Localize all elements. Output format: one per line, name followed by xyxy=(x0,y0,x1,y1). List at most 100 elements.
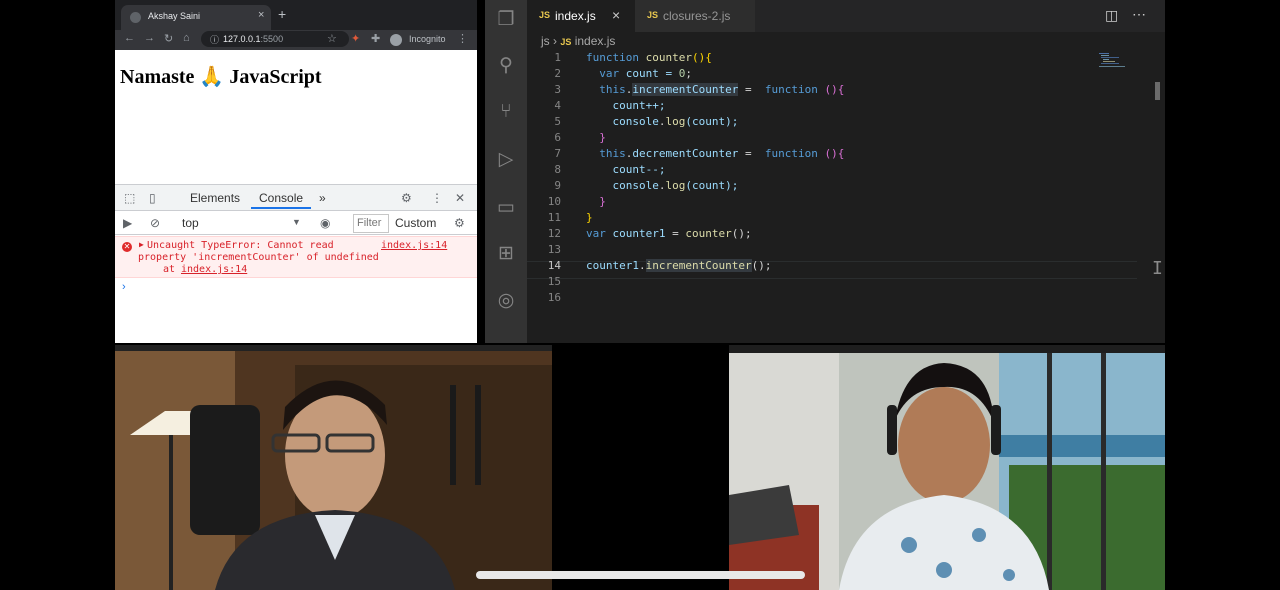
inspect-element-icon[interactable]: ⬚ xyxy=(124,191,135,205)
code-line: 14 counter1.incrementCounter(); xyxy=(527,258,1137,274)
new-tab-button[interactable]: + xyxy=(278,6,286,22)
devtools-settings-icon[interactable]: ⚙ xyxy=(401,191,412,205)
bookmark-star-icon[interactable]: ☆ xyxy=(327,32,337,45)
editor-scrollbar[interactable] xyxy=(1155,82,1160,100)
tab-console[interactable]: Console xyxy=(259,191,303,205)
extension-icon[interactable]: ✦ xyxy=(351,32,360,45)
js-file-icon: JS xyxy=(560,37,572,47)
minimap[interactable] xyxy=(1097,50,1127,70)
incognito-label: Incognito xyxy=(409,34,446,44)
code-line: 1 function counter(){ xyxy=(527,50,1137,66)
devtools-close-icon[interactable]: ✕ xyxy=(455,191,465,205)
error-at-prefix: at xyxy=(163,264,182,275)
line-number: 11 xyxy=(547,211,561,224)
line-number: 15 xyxy=(547,275,561,288)
code-text: var counter1 = counter(); xyxy=(586,227,752,240)
chevron-down-icon: ▼ xyxy=(292,217,301,227)
breadcrumb: js › JS index.js xyxy=(541,34,615,48)
devtools-panel: ⬚ ▯ Elements Console » ⚙ ⋮ ✕ ▶ ⊘ top ▼ ◉… xyxy=(115,184,477,343)
code-line: 13 xyxy=(527,242,1137,258)
vscode-window: ❐ ⚲ ⑂ ▷ ▭ ⊞ ◎ JS index.js × JS closures-… xyxy=(485,0,1165,343)
code-line: 6 } xyxy=(527,130,1137,146)
line-number: 1 xyxy=(554,51,561,64)
line-number: 2 xyxy=(554,67,561,80)
webcam-image-left xyxy=(115,345,552,590)
webcam-image-right xyxy=(729,345,1165,590)
code-text: var count = 0; xyxy=(599,67,692,80)
active-tab-indicator xyxy=(251,207,311,209)
line-number: 14 xyxy=(547,259,561,272)
extensions-puzzle-icon[interactable]: ✚ xyxy=(371,32,380,45)
devtools-menu-icon[interactable]: ⋮ xyxy=(431,191,443,205)
remote-explorer-icon[interactable]: ▭ xyxy=(494,196,518,220)
site-info-icon[interactable]: ⓘ xyxy=(210,33,219,46)
console-prompt[interactable]: › xyxy=(122,281,126,293)
url-host: 127.0.0.1 xyxy=(223,34,261,44)
breadcrumb-folder[interactable]: js xyxy=(541,34,550,48)
live-expression-eye-icon[interactable]: ◉ xyxy=(320,216,330,230)
device-toolbar-icon[interactable]: ▯ xyxy=(149,191,156,205)
more-actions-icon[interactable]: ⋯ xyxy=(1132,6,1146,23)
context-value: top xyxy=(182,216,199,230)
line-number: 6 xyxy=(554,131,561,144)
more-tabs-icon[interactable]: » xyxy=(319,191,326,205)
editor-tab-closures-2-js[interactable]: JS closures-2.js xyxy=(635,0,755,32)
browser-tabstrip: Akshay Saini × + xyxy=(115,0,477,30)
code-line: 11} xyxy=(527,210,1137,226)
code-line: 16 xyxy=(527,290,1137,306)
code-line: 8 count--; xyxy=(527,162,1137,178)
incognito-icon xyxy=(390,34,402,46)
run-debug-icon[interactable]: ▷ xyxy=(494,148,518,172)
home-indicator-bar[interactable] xyxy=(476,571,805,579)
gitlens-icon[interactable]: ◎ xyxy=(494,289,518,313)
browser-tab[interactable]: Akshay Saini × xyxy=(121,5,271,30)
error-line-1: Uncaught TypeError: Cannot read xyxy=(147,240,334,251)
log-levels-dropdown[interactable]: Custom xyxy=(395,216,436,230)
forward-icon[interactable]: → xyxy=(144,32,155,44)
home-icon[interactable]: ⌂ xyxy=(183,32,190,44)
expand-triangle-icon[interactable]: ▶ xyxy=(139,240,144,249)
explorer-icon[interactable]: ❐ xyxy=(494,8,518,32)
editor-tab-label: index.js xyxy=(555,9,596,23)
browser-menu-icon[interactable]: ⋮ xyxy=(457,32,468,45)
tab-elements[interactable]: Elements xyxy=(190,191,240,205)
code-text: counter1.incrementCounter(); xyxy=(586,259,772,272)
filter-placeholder: Filter xyxy=(357,217,382,229)
error-source-link[interactable]: index.js:14 xyxy=(381,240,447,251)
reload-icon[interactable]: ↻ xyxy=(164,32,173,45)
tab-close-icon[interactable]: × xyxy=(258,9,264,21)
editor-tab-index-js[interactable]: JS index.js × xyxy=(527,0,635,32)
line-number: 4 xyxy=(554,99,561,112)
console-settings-icon[interactable]: ⚙ xyxy=(454,216,465,230)
code-line: 15 xyxy=(527,274,1137,290)
search-icon[interactable]: ⚲ xyxy=(494,54,518,78)
line-number: 13 xyxy=(547,243,561,256)
tab-favicon-icon xyxy=(130,12,141,23)
breadcrumb-file[interactable]: index.js xyxy=(575,34,616,48)
browser-window: Akshay Saini × + ← → ↻ ⌂ ⓘ 127.0.0.1:550… xyxy=(115,0,477,343)
error-stack-link[interactable]: index.js:14 xyxy=(181,264,247,275)
extensions-icon[interactable]: ⊞ xyxy=(494,242,518,266)
clear-console-icon[interactable]: ⊘ xyxy=(150,216,160,230)
code-line: 2 var count = 0; xyxy=(527,66,1137,82)
context-selector[interactable]: top ▼ xyxy=(178,215,301,230)
js-file-icon: JS xyxy=(539,10,551,20)
webcam-feed-left xyxy=(115,345,552,590)
browser-tab-title: Akshay Saini xyxy=(148,11,201,21)
error-line-2: property 'incrementCounter' of undefined xyxy=(138,252,379,263)
split-editor-icon[interactable]: ◫ xyxy=(1105,7,1118,24)
back-icon[interactable]: ← xyxy=(124,32,135,44)
source-control-icon[interactable]: ⑂ xyxy=(494,100,518,124)
text-cursor-icon: I xyxy=(1152,258,1163,279)
code-line: 4 count++; xyxy=(527,98,1137,114)
code-line: 9 console.log(count); xyxy=(527,178,1137,194)
console-filter-input[interactable]: Filter xyxy=(353,214,389,233)
tab-close-icon[interactable]: × xyxy=(612,7,620,23)
code-line: 5 console.log(count); xyxy=(527,114,1137,130)
sidebar-toggle-icon[interactable]: ▶ xyxy=(123,216,132,230)
line-number: 7 xyxy=(554,147,561,160)
code-line: 7 this.decrementCounter = function (){ xyxy=(527,146,1137,162)
devtools-tabbar: ⬚ ▯ Elements Console » ⚙ ⋮ ✕ xyxy=(115,185,477,211)
code-text: } xyxy=(599,195,606,208)
code-text: this.decrementCounter = function (){ xyxy=(599,147,845,160)
